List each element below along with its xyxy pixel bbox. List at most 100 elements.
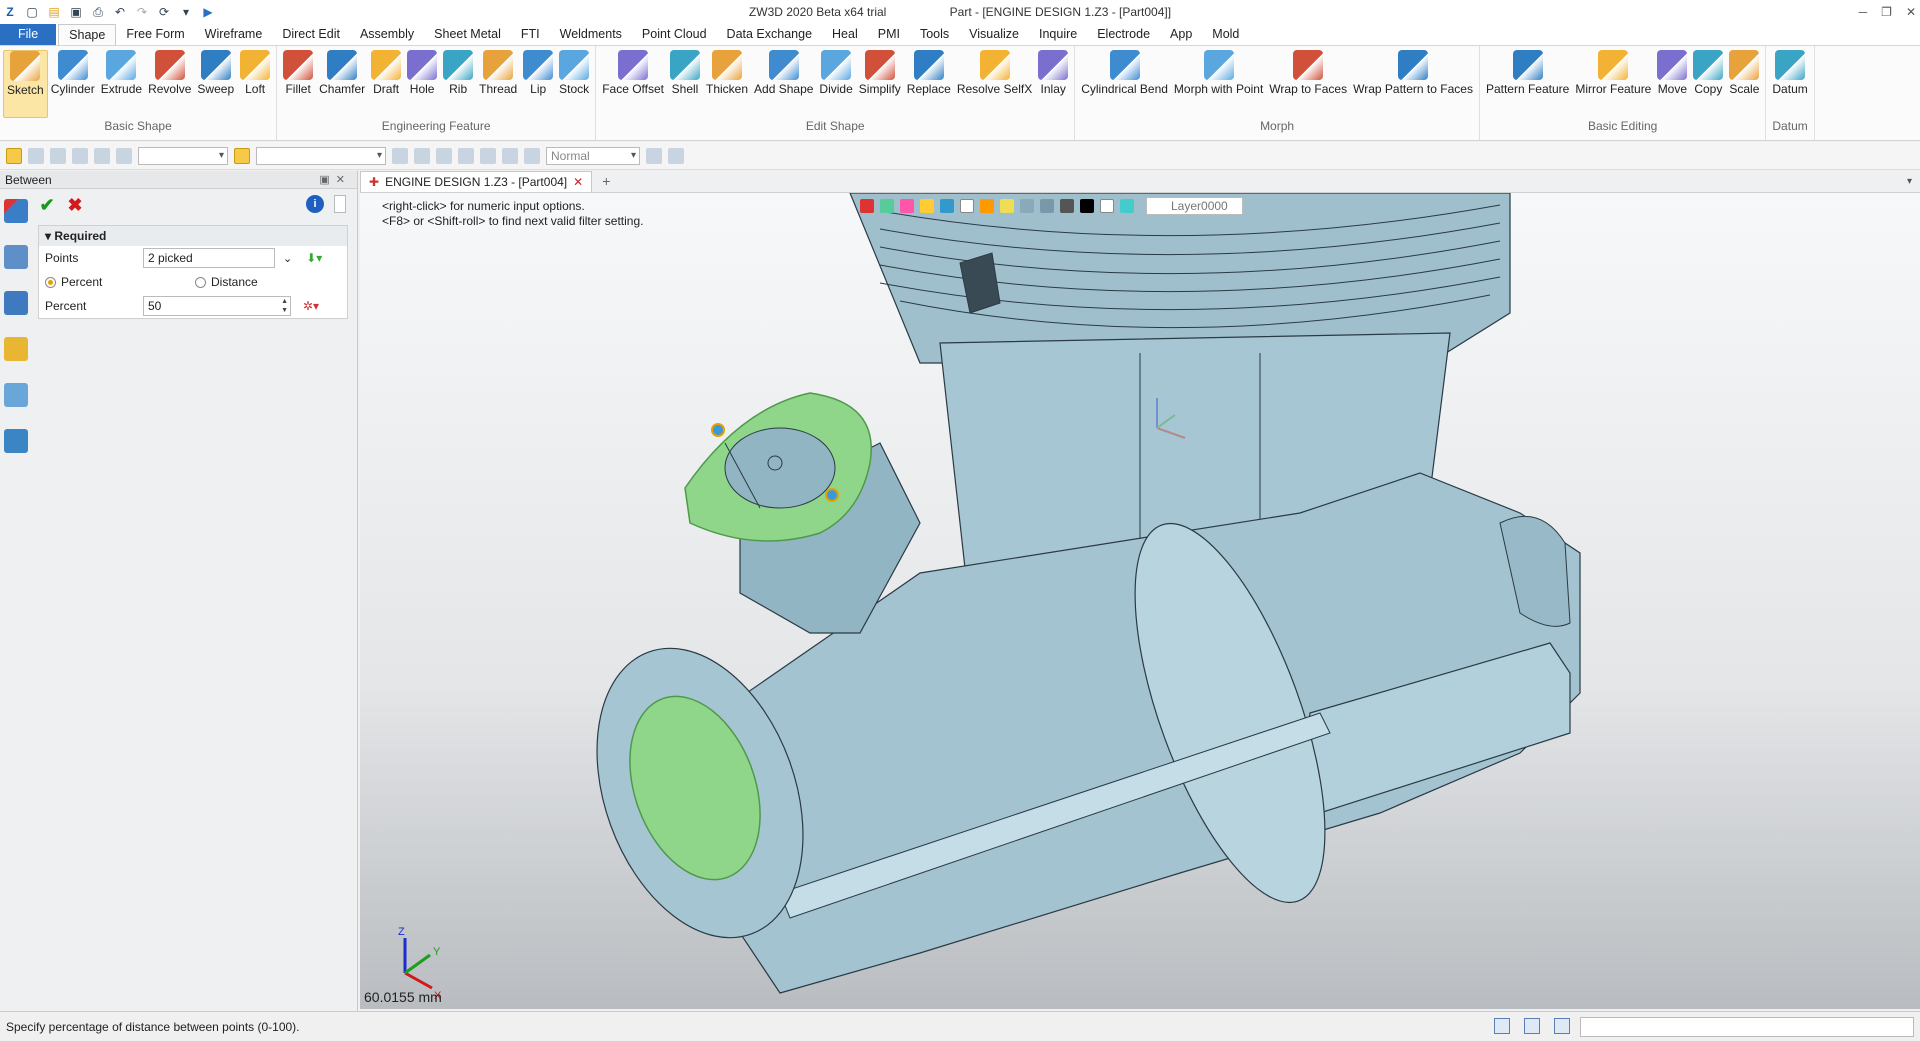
menu-fti[interactable]: FTI: [511, 24, 550, 45]
points-field[interactable]: 2 picked: [143, 248, 275, 268]
user-icon[interactable]: [4, 429, 28, 453]
add-shape-button[interactable]: Add Shape: [751, 50, 816, 118]
tabs-overflow-icon[interactable]: ▾: [1899, 172, 1920, 192]
menu-direct-edit[interactable]: Direct Edit: [272, 24, 350, 45]
color-icon[interactable]: [1080, 199, 1094, 213]
filter-icon[interactable]: [116, 147, 132, 164]
render-icon[interactable]: [980, 199, 994, 213]
status-display-icon[interactable]: [1524, 1018, 1540, 1034]
panel-toggle-icon[interactable]: [334, 195, 346, 213]
pick-combo[interactable]: [256, 146, 386, 165]
save-icon[interactable]: ▣: [68, 4, 84, 20]
settings-icon[interactable]: [668, 147, 684, 164]
polygon-select-icon[interactable]: [94, 147, 110, 164]
close-panel-icon[interactable]: ✕: [336, 174, 351, 186]
close-window-button[interactable]: ✕: [1906, 5, 1916, 19]
draft-button[interactable]: Draft: [368, 50, 404, 118]
minimize-button[interactable]: ─: [1859, 5, 1868, 19]
history-tree-icon[interactable]: [4, 245, 28, 269]
tab-engine-design[interactable]: ✚ ENGINE DESIGN 1.Z3 - [Part004] ✕: [360, 171, 593, 192]
box-view-icon[interactable]: [940, 199, 954, 213]
exit-view-icon[interactable]: [860, 199, 874, 213]
menu-data-exchange[interactable]: Data Exchange: [717, 24, 822, 45]
menu-pmi[interactable]: PMI: [868, 24, 910, 45]
replace-button[interactable]: Replace: [904, 50, 954, 118]
stock-button[interactable]: Stock: [556, 50, 592, 118]
hole-button[interactable]: Hole: [404, 50, 440, 118]
copy-button[interactable]: Copy: [1690, 50, 1726, 118]
pick-points-icon[interactable]: ⬇▾: [306, 251, 322, 265]
menu-assembly[interactable]: Assembly: [350, 24, 424, 45]
wire-icon[interactable]: [1040, 199, 1054, 213]
visual-style-icon[interactable]: [1120, 199, 1134, 213]
3d-viewport[interactable]: Z Y X <right-click> for numeric input op…: [360, 193, 1920, 1009]
pin-icon[interactable]: ▣: [319, 174, 335, 186]
snap-icon[interactable]: [392, 147, 408, 164]
mirror-feature-button[interactable]: Mirror Feature: [1572, 50, 1654, 118]
background-icon[interactable]: [1100, 199, 1114, 213]
move-button[interactable]: Move: [1654, 50, 1690, 118]
menu-weldments[interactable]: Weldments: [550, 24, 632, 45]
cylindrical-bend-button[interactable]: Cylindrical Bend: [1078, 50, 1171, 118]
layer-combo[interactable]: Layer0000: [1146, 197, 1243, 215]
thicken-button[interactable]: Thicken: [703, 50, 751, 118]
fillet-button[interactable]: Fillet: [280, 50, 316, 118]
chamfer-button[interactable]: Chamfer: [316, 50, 368, 118]
wrap-pattern-to-faces-button[interactable]: Wrap Pattern to Faces: [1350, 50, 1476, 118]
percent-options-icon[interactable]: ✲▾: [303, 299, 319, 313]
menu-electrode[interactable]: Electrode: [1087, 24, 1160, 45]
wrap-to-faces-button[interactable]: Wrap to Faces: [1266, 50, 1350, 118]
menu-file[interactable]: File: [0, 24, 57, 45]
light-icon[interactable]: [1000, 199, 1014, 213]
select-pointer-icon[interactable]: [6, 147, 22, 164]
play-icon[interactable]: ▶: [200, 4, 216, 20]
sweep-button[interactable]: Sweep: [194, 50, 237, 118]
clock-icon[interactable]: [524, 147, 540, 164]
inlay-button[interactable]: Inlay: [1035, 50, 1071, 118]
menu-heal[interactable]: Heal: [822, 24, 868, 45]
menu-tools[interactable]: Tools: [910, 24, 959, 45]
rib-button[interactable]: Rib: [440, 50, 476, 118]
loft-button[interactable]: Loft: [237, 50, 273, 118]
sketch-button[interactable]: Sketch: [3, 50, 48, 118]
shell-button[interactable]: Shell: [667, 50, 703, 118]
align-left-icon[interactable]: [436, 147, 452, 164]
menu-inquire[interactable]: Inquire: [1029, 24, 1087, 45]
extrude-button[interactable]: Extrude: [98, 50, 145, 118]
menu-visualize[interactable]: Visualize: [959, 24, 1029, 45]
command-input[interactable]: [1580, 1017, 1914, 1037]
percent-radio[interactable]: Percent: [45, 275, 195, 289]
distance-radio[interactable]: Distance: [195, 275, 258, 289]
grid-icon[interactable]: [1060, 199, 1074, 213]
new-file-icon[interactable]: ▢: [24, 4, 40, 20]
open-file-icon[interactable]: ▤: [46, 4, 62, 20]
align-bottom-icon[interactable]: [502, 147, 518, 164]
shaded-icon[interactable]: [920, 199, 934, 213]
percent-input[interactable]: 50 ▲ ▼: [143, 296, 291, 316]
ok-button[interactable]: ✔: [36, 194, 58, 216]
revolve-button[interactable]: Revolve: [145, 50, 194, 118]
assembly-tree-icon[interactable]: [4, 291, 28, 315]
image-library-icon[interactable]: [4, 383, 28, 407]
restore-button[interactable]: ❐: [1881, 5, 1892, 19]
info-icon[interactable]: i: [306, 195, 324, 213]
lip-button[interactable]: Lip: [520, 50, 556, 118]
simplify-button[interactable]: Simplify: [856, 50, 904, 118]
undo-icon[interactable]: ↶: [112, 4, 128, 20]
collapse-chevron-icon[interactable]: ⌄: [283, 252, 292, 265]
refresh-icon[interactable]: ⟳: [156, 4, 172, 20]
print-icon[interactable]: ⎙: [90, 4, 106, 20]
required-section-header[interactable]: ▾ Required: [39, 226, 347, 246]
new-tab-button[interactable]: +: [592, 171, 620, 192]
status-list-icon[interactable]: [1554, 1018, 1570, 1034]
engine-model[interactable]: Z Y X: [360, 193, 1920, 1009]
remove-icon[interactable]: [50, 147, 66, 164]
menu-wireframe[interactable]: Wireframe: [195, 24, 273, 45]
menu-sheet-metal[interactable]: Sheet Metal: [424, 24, 511, 45]
close-tab-icon[interactable]: ✕: [573, 175, 583, 189]
redo-icon[interactable]: ↷: [134, 4, 150, 20]
menu-shape[interactable]: Shape: [58, 24, 117, 45]
face-offset-button[interactable]: Face Offset: [599, 50, 667, 118]
scale-button[interactable]: Scale: [1726, 50, 1762, 118]
morph-with-point-button[interactable]: Morph with Point: [1171, 50, 1266, 118]
